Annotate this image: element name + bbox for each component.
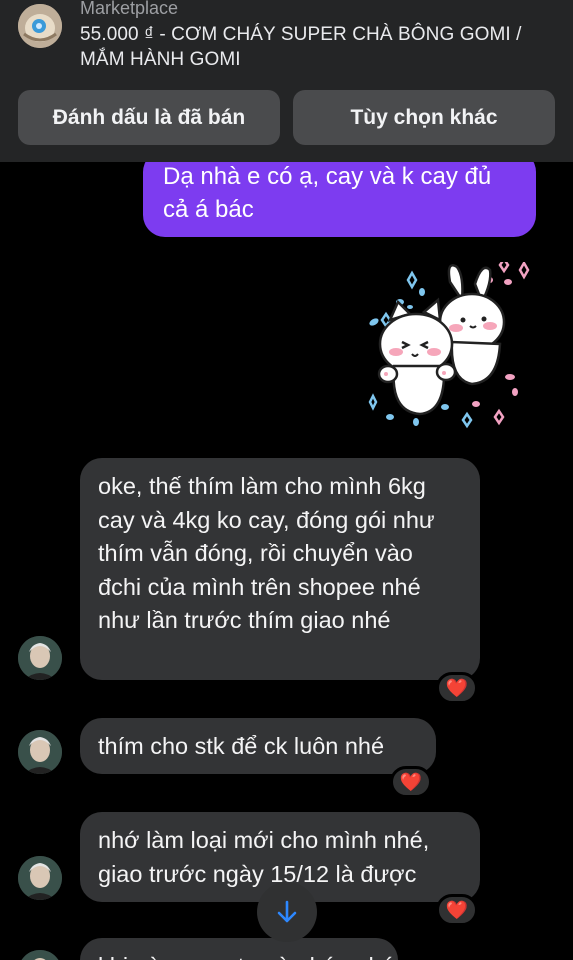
heart-reaction[interactable]: ❤️ xyxy=(436,894,478,926)
sender-avatar[interactable] xyxy=(18,730,62,774)
incoming-message[interactable]: oke, thế thím làm cho mình 6kg cay và 4k… xyxy=(80,458,480,680)
listing-title[interactable]: 55.000 ₫ - CƠM CHÁY SUPER CHÀ BÔNG GOMI … xyxy=(80,22,550,72)
outgoing-message[interactable]: Dạ nhà e có ạ, cay và k cay đủ cả á bác xyxy=(143,150,536,237)
listing-header: Marketplace 55.000 ₫ - CƠM CHÁY SUPER CH… xyxy=(0,0,573,162)
heart-icon: ❤️ xyxy=(445,900,469,920)
cat-and-bunny-sticker[interactable] xyxy=(360,262,535,437)
listing-thumbnail[interactable] xyxy=(18,4,62,48)
heart-icon: ❤️ xyxy=(399,772,423,792)
heart-reaction[interactable]: ❤️ xyxy=(436,672,478,704)
avatar-icon xyxy=(18,856,62,900)
product-thumbnail-icon xyxy=(18,4,62,48)
mark-as-sold-button[interactable]: Đánh dấu là đã bán xyxy=(18,90,280,145)
sender-avatar[interactable] xyxy=(18,856,62,900)
avatar-icon xyxy=(18,730,62,774)
heart-icon: ❤️ xyxy=(445,678,469,698)
sender-avatar[interactable] xyxy=(18,950,62,960)
scroll-to-bottom-button[interactable] xyxy=(257,882,317,942)
listing-source: Marketplace xyxy=(80,0,179,18)
sender-avatar[interactable] xyxy=(18,636,62,680)
incoming-message[interactable]: khi nào xong tg nào báo nhé xyxy=(80,938,398,960)
avatar-icon xyxy=(18,950,62,960)
heart-reaction[interactable]: ❤️ xyxy=(390,766,432,798)
incoming-message[interactable]: thím cho stk để ck luôn nhé xyxy=(80,718,436,774)
avatar-icon xyxy=(18,636,62,680)
arrow-down-icon xyxy=(277,900,297,923)
more-options-button[interactable]: Tùy chọn khác xyxy=(293,90,555,145)
